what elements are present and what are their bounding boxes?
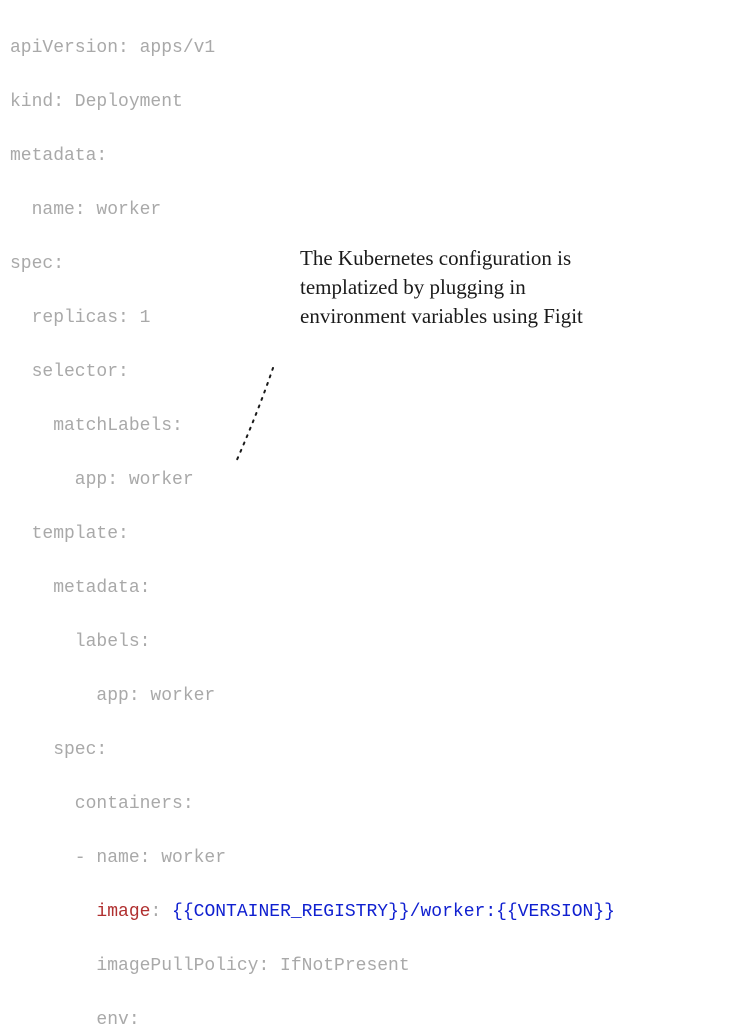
code-line: spec: [10, 737, 720, 764]
code-line: app: worker [10, 467, 720, 494]
code-line: kind: Deployment [10, 89, 720, 116]
code-line: containers: [10, 791, 720, 818]
colon: : [150, 902, 172, 922]
code-line: matchLabels: [10, 413, 720, 440]
code-line: imagePullPolicy: IfNotPresent [10, 953, 720, 980]
code-line: metadata: [10, 143, 720, 170]
code-line: - name: worker [10, 845, 720, 872]
code-line: metadata: [10, 575, 720, 602]
template-close: }} [593, 902, 615, 922]
indent [10, 902, 96, 922]
template-open: {{ [172, 902, 194, 922]
image-path: /worker: [410, 902, 496, 922]
code-line: labels: [10, 629, 720, 656]
code-block: apiVersion: apps/v1 kind: Deployment met… [0, 0, 730, 1036]
yaml-key-image: image [96, 902, 150, 922]
annotation-text: The Kubernetes configuration is templati… [300, 244, 630, 331]
code-line-highlight: image: {{CONTAINER_REGISTRY}}/worker:{{V… [10, 899, 720, 926]
template-var-registry: CONTAINER_REGISTRY [194, 902, 388, 922]
template-var-version: VERSION [518, 902, 594, 922]
code-line: selector: [10, 359, 720, 386]
code-line: name: worker [10, 197, 720, 224]
template-close: }} [388, 902, 410, 922]
code-line: app: worker [10, 683, 720, 710]
code-line: apiVersion: apps/v1 [10, 35, 720, 62]
code-line: template: [10, 521, 720, 548]
code-line: env: [10, 1007, 720, 1034]
template-open: {{ [496, 902, 518, 922]
